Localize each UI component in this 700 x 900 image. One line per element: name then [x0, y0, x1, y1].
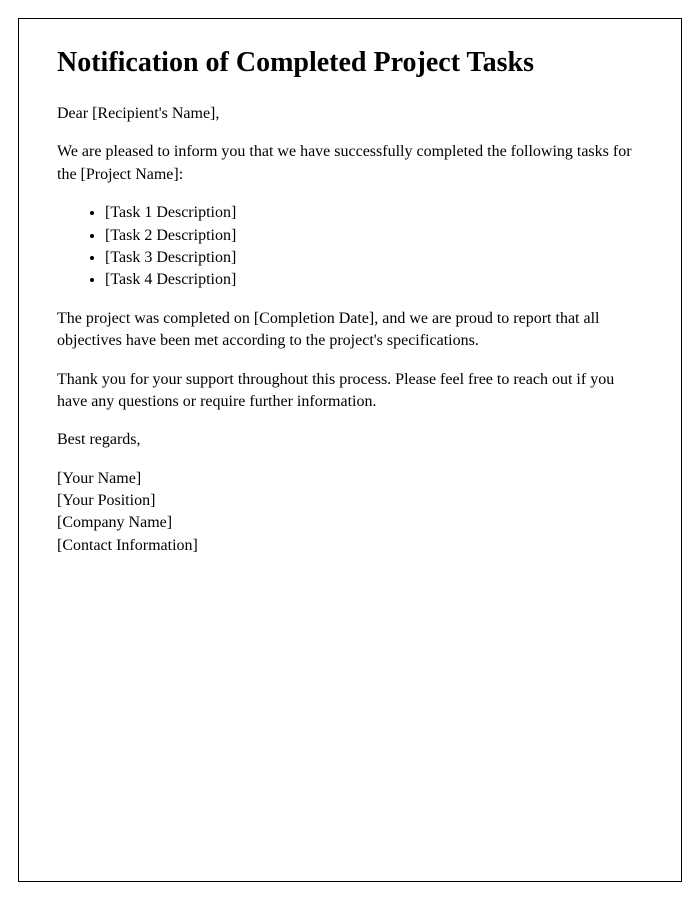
- list-item: [Task 3 Description]: [105, 247, 643, 269]
- task-list: [Task 1 Description] [Task 2 Description…: [105, 202, 643, 292]
- signature-name: [Your Name]: [57, 468, 643, 490]
- completion-paragraph: The project was completed on [Completion…: [57, 308, 643, 353]
- thanks-paragraph: Thank you for your support throughout th…: [57, 369, 643, 414]
- list-item: [Task 1 Description]: [105, 202, 643, 224]
- signature-position: [Your Position]: [57, 490, 643, 512]
- list-item: [Task 4 Description]: [105, 269, 643, 291]
- signature-company: [Company Name]: [57, 512, 643, 534]
- document-title: Notification of Completed Project Tasks: [57, 47, 643, 79]
- list-item: [Task 2 Description]: [105, 225, 643, 247]
- signature-block: [Your Name] [Your Position] [Company Nam…: [57, 468, 643, 558]
- closing: Best regards,: [57, 429, 643, 451]
- document-frame: Notification of Completed Project Tasks …: [18, 18, 682, 882]
- intro-paragraph: We are pleased to inform you that we hav…: [57, 141, 643, 186]
- signature-contact: [Contact Information]: [57, 535, 643, 557]
- salutation: Dear [Recipient's Name],: [57, 103, 643, 125]
